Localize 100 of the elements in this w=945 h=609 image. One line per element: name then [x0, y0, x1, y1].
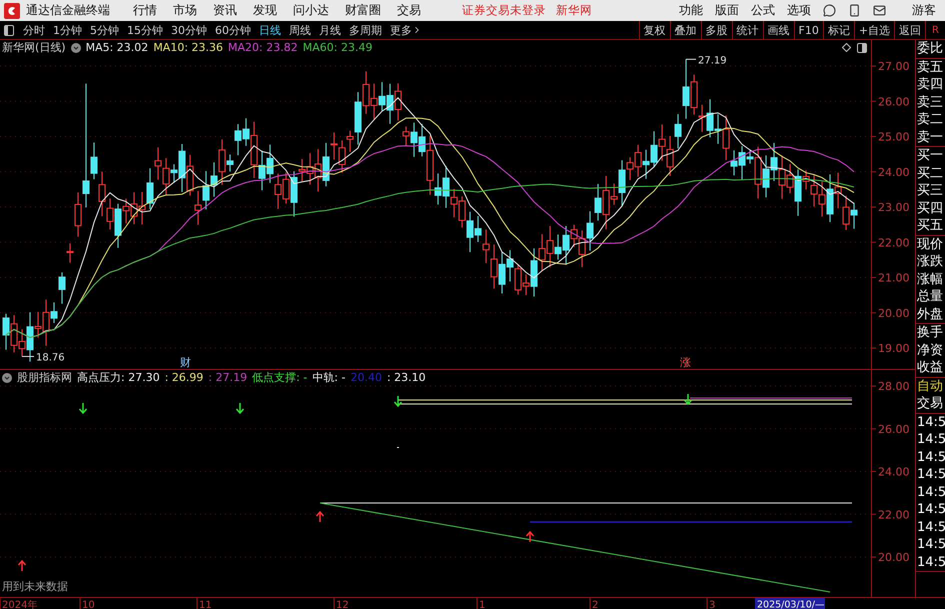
menu-item[interactable]: 选项 [782, 2, 816, 19]
app-logo-icon [4, 2, 20, 18]
menu-item[interactable]: 市场 [168, 2, 202, 19]
login-status: 证券交易未登录 [462, 3, 546, 18]
date-label: 11 [199, 600, 212, 609]
period-tab[interactable]: 5分钟 [86, 22, 123, 38]
date-cursor-label: 2025/03/10/— [755, 598, 825, 609]
collapse-icon[interactable] [2, 372, 12, 382]
indicator-value: 高点压力: 27.30 [77, 370, 160, 385]
indicator-value: 20.40 [350, 371, 382, 384]
future-data-note: 用到未来数据 [2, 579, 68, 594]
axis-label: 25.00 [878, 130, 910, 144]
menu-item[interactable]: 行情 [128, 2, 162, 19]
period-tab[interactable]: 日线 [255, 22, 285, 38]
quote-field-label: 14:5 [916, 518, 945, 536]
period-tab[interactable]: 周线 [285, 22, 315, 38]
menu-item[interactable]: 财富圈 [340, 2, 386, 19]
moving-average-value: MA10: 23.36 [153, 41, 224, 54]
indicator-value: 中轨: - [312, 370, 346, 385]
tool-button[interactable]: F10 [794, 21, 823, 39]
axis-label: 19.00 [878, 342, 910, 355]
menu-item[interactable]: 问小达 [288, 2, 334, 19]
axis-label: 21.00 [878, 272, 910, 284]
up-arrow-icon [526, 530, 534, 542]
axis-label: 26.00 [878, 422, 910, 436]
period-tab[interactable]: 60分钟 [211, 22, 255, 38]
period-tab[interactable]: 1分钟 [49, 22, 86, 38]
period-tab[interactable]: 更多 [386, 22, 426, 38]
indicator-value: : 26.99 [164, 371, 204, 384]
panel-toggle-icon[interactable] [4, 24, 14, 36]
quote-field-label: 14:5 [916, 448, 945, 466]
quote-field-label: 14:5 [916, 414, 945, 431]
date-label: 10 [82, 600, 95, 609]
chart-title: 新华网(日线) [2, 40, 66, 55]
axis-label: 24.00 [878, 466, 910, 478]
tool-button[interactable]: 标记 [822, 21, 854, 39]
period-tab[interactable]: 15分钟 [123, 22, 167, 38]
quote-field-label: 14:5 [916, 536, 945, 554]
moving-average-value: MA5: 23.02 [86, 41, 148, 54]
quote-field-label: 换手 [916, 324, 944, 342]
axis-label: 20.00 [878, 551, 910, 564]
low-price-label: 18.76 [22, 352, 65, 364]
quote-field-label: 卖二 [916, 111, 944, 128]
quote-field-label: 外盘 [916, 306, 944, 323]
quote-field-label: 现价 [916, 236, 944, 253]
menu-item[interactable]: 发现 [248, 2, 282, 19]
menu-item[interactable]: 资讯 [208, 2, 242, 19]
tool-button[interactable]: 叠加 [670, 21, 700, 39]
moving-average-value: MA60: 23.49 [302, 41, 372, 54]
axis-label: 26.00 [878, 95, 910, 108]
tool-button[interactable]: +自选 [854, 21, 894, 39]
user-button[interactable]: 游客 [907, 2, 941, 19]
quote-field-label: 卖四 [916, 76, 944, 94]
quote-field-label: 14:5 [916, 554, 945, 571]
axis-label: 27.00 [878, 60, 910, 73]
quote-field-label: 涨幅 [916, 270, 944, 288]
tool-button[interactable]: 多股 [700, 21, 732, 39]
up-arrow-icon [18, 560, 26, 571]
down-arrow-icon [78, 403, 88, 414]
date-label: 12 [336, 600, 349, 609]
period-tab[interactable]: 月线 [315, 22, 345, 38]
quote-field-label: 14:5 [916, 466, 945, 484]
up-arrow-icon [316, 510, 324, 522]
quote-field-label: 买四 [916, 200, 944, 217]
high-price-label: 27.19 [686, 55, 727, 66]
menu-item[interactable]: 功能 [674, 2, 708, 19]
indicator-value: 低点支撑: - [252, 370, 308, 385]
period-tab[interactable]: 多周期 [345, 22, 386, 38]
quote-field-label: 交易 [916, 395, 944, 412]
axis-label: 20.00 [878, 306, 910, 320]
menu-item[interactable]: 交易 [392, 2, 426, 19]
period-tab[interactable]: 分时 [19, 22, 49, 38]
quote-field-label: 收益 [916, 359, 944, 376]
axis-label: 24.00 [878, 166, 910, 179]
event-marker[interactable]: 财 [180, 356, 191, 369]
menu-item[interactable]: 版面 [710, 2, 744, 19]
app-name: 通达信金融终端 [26, 2, 110, 19]
menu-item[interactable]: 公式 [746, 2, 780, 19]
panel-icon[interactable] [857, 42, 867, 52]
candlestick [66, 242, 74, 264]
indicator-value: : 23.10 [386, 371, 426, 384]
diamond-icon[interactable] [842, 43, 851, 52]
date-label: 1 [479, 600, 486, 609]
date-label: 2 [592, 600, 598, 609]
indicator-value: : 27.19 [208, 371, 248, 384]
tool-button[interactable]: 复权 [638, 21, 670, 39]
axis-label: 22.00 [878, 236, 910, 250]
event-marker[interactable]: 涨 [680, 356, 691, 369]
collapse-icon[interactable] [70, 42, 81, 52]
down-arrow-icon [394, 396, 402, 408]
stock-name: 新华网 [556, 3, 592, 18]
corner-label: R [925, 21, 945, 39]
tool-button[interactable]: 统计 [732, 21, 762, 39]
tool-button[interactable]: 画线 [762, 21, 794, 39]
period-tab[interactable]: 30分钟 [167, 22, 211, 38]
quote-field-label: 委比 [916, 40, 944, 58]
quote-field-label: 卖一 [916, 128, 944, 146]
quote-field-label: 卖三 [916, 94, 944, 111]
tool-button[interactable]: 返回 [894, 21, 926, 39]
date-label: 3 [709, 600, 716, 609]
